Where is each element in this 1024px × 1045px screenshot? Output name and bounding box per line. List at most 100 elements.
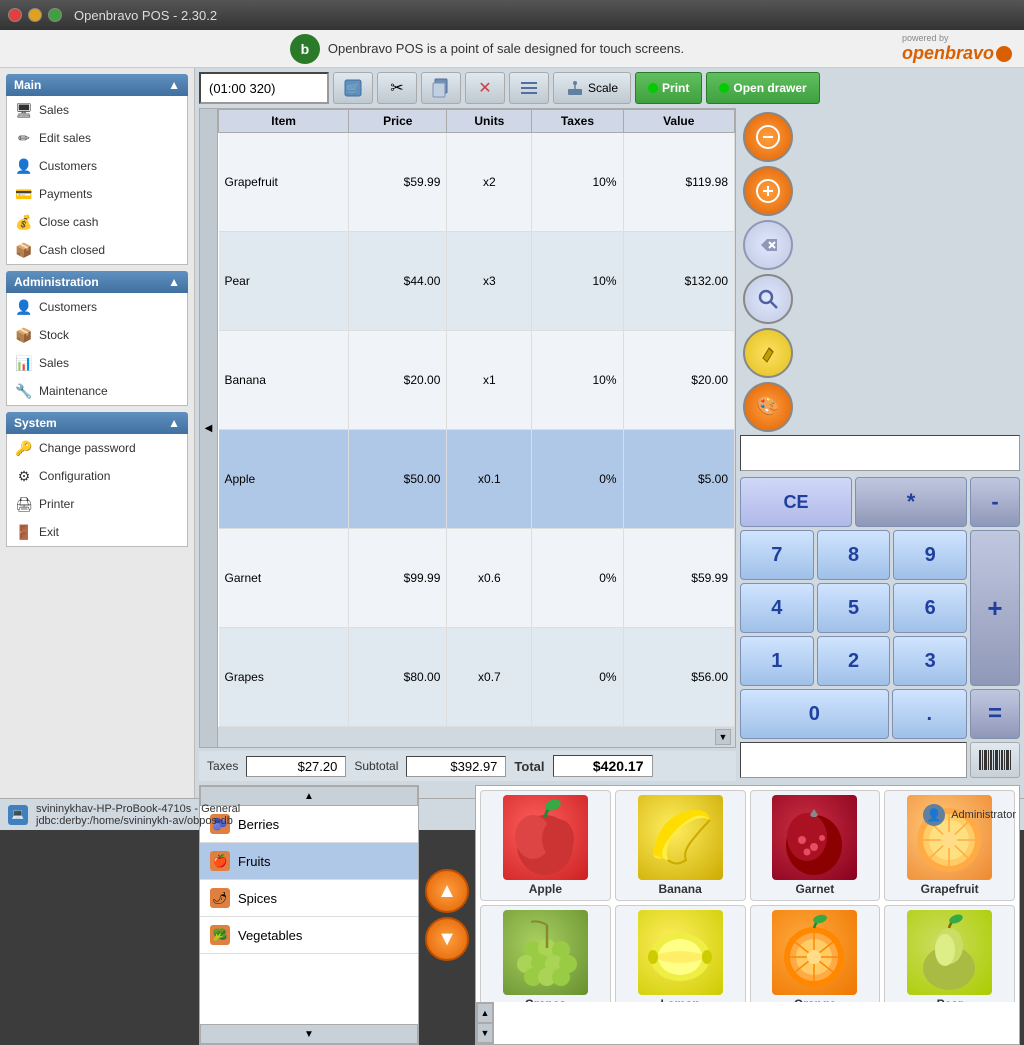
customers-icon: 👤 <box>15 157 33 175</box>
category-scroll-down[interactable]: ▼ <box>200 1024 418 1044</box>
sidebar-item-admin-sales[interactable]: 📊 Sales <box>7 349 187 377</box>
nav-up-button[interactable]: ▲ <box>425 869 469 913</box>
status-computer-icon: 💻 <box>8 805 28 825</box>
table-scroll-down[interactable]: ▼ <box>715 729 731 745</box>
sidebar-item-admin-customers[interactable]: 👤 Customers <box>7 293 187 321</box>
sidebar-item-exit[interactable]: 🚪 Exit <box>7 518 187 546</box>
print-button[interactable]: Print <box>635 72 702 104</box>
sidebar-item-maintenance[interactable]: 🔧 Maintenance <box>7 377 187 405</box>
7-button[interactable]: 7 <box>740 530 814 580</box>
window-title: Openbravo POS - 2.30.2 <box>74 8 217 23</box>
8-button[interactable]: 8 <box>817 530 891 580</box>
category-vegetables[interactable]: 🥦 Vegetables <box>200 917 418 954</box>
scale-button[interactable]: Scale <box>553 72 631 104</box>
product-orange[interactable]: Orange <box>750 905 881 1002</box>
subtotal-value: $392.97 <box>406 756 506 777</box>
product-pear[interactable]: Pear <box>884 905 1015 1002</box>
decimal-button[interactable]: . <box>892 689 967 739</box>
sidebar-item-payments[interactable]: 💳 Payments <box>7 180 187 208</box>
table-row[interactable]: Grapefruit $59.99 x2 10% $119.98 <box>219 133 735 232</box>
action-button-1[interactable] <box>743 112 793 162</box>
sidebar-item-sales[interactable]: 🖥 Sales <box>7 96 187 124</box>
category-fruits[interactable]: 🍎 Fruits <box>200 843 418 880</box>
copy-button[interactable] <box>421 72 461 104</box>
open-drawer-button[interactable]: Open drawer <box>706 72 819 104</box>
nav-down-button[interactable]: ▼ <box>425 917 469 961</box>
product-scroll-down[interactable]: ▼ <box>477 1023 493 1043</box>
product-lemon[interactable]: Lemon <box>615 905 746 1002</box>
maximize-button[interactable] <box>48 8 62 22</box>
table-row[interactable]: Apple $50.00 x0.1 0% $5.00 <box>219 430 735 529</box>
table-row[interactable]: Grapes $80.00 x0.7 0% $56.00 <box>219 628 735 727</box>
sidebar-item-close-cash[interactable]: 💰 Close cash <box>7 208 187 236</box>
category-spices[interactable]: 🌶 Spices <box>200 880 418 917</box>
sidebar-item-change-password[interactable]: 🔑 Change password <box>7 434 187 462</box>
backspace-button[interactable] <box>743 220 793 270</box>
product-apple[interactable]: Apple <box>480 790 611 901</box>
3-button[interactable]: 3 <box>893 636 967 686</box>
close-button[interactable] <box>8 8 22 22</box>
minimize-button[interactable] <box>28 8 42 22</box>
sidebar-item-cash-closed[interactable]: 📦 Cash closed <box>7 236 187 264</box>
openbravo-logo: powered by openbravo <box>902 33 1012 64</box>
sidebar-item-stock[interactable]: 📦 Stock <box>7 321 187 349</box>
admin-name: Administrator <box>951 809 1016 821</box>
6-button[interactable]: 6 <box>893 583 967 633</box>
action-buttons: 🎨 <box>740 108 796 432</box>
totals-area: Taxes $27.20 Subtotal $392.97 Total $420… <box>199 751 736 781</box>
scissors-button[interactable]: ✂ <box>377 72 417 104</box>
4-button[interactable]: 4 <box>740 583 814 633</box>
sidebar-system-items: 🔑 Change password ⚙ Configuration 🖨 Prin… <box>6 434 188 547</box>
search-button[interactable] <box>743 274 793 324</box>
drawer-dot <box>719 83 729 93</box>
table-row[interactable]: Garnet $99.99 x0.6 0% $59.99 <box>219 529 735 628</box>
paint-button[interactable]: 🎨 <box>743 382 793 432</box>
plus-button[interactable]: + <box>970 530 1020 686</box>
table-row[interactable]: Pear $44.00 x3 10% $132.00 <box>219 232 735 331</box>
table-scroll-left[interactable]: ◀ <box>199 108 217 748</box>
sales-tbody: Grapefruit $59.99 x2 10% $119.98 Pear $4… <box>219 133 735 727</box>
status-right: 👤 Administrator <box>923 804 1016 826</box>
product-garnet[interactable]: Garnet <box>750 790 881 901</box>
ce-button[interactable]: CE <box>740 477 852 527</box>
sidebar-item-edit-sales[interactable]: ✏ Edit sales <box>7 124 187 152</box>
product-scroll-up[interactable]: ▲ <box>477 1003 493 1023</box>
action-button-2[interactable] <box>743 166 793 216</box>
equals-button[interactable]: = <box>970 689 1020 739</box>
content-area: (01:00 320) 🛒 ✂ ✕ Scale Print <box>195 68 1024 798</box>
admin-customers-icon: 👤 <box>15 298 33 316</box>
arrow-nav: ▲ ▼ <box>423 785 471 1045</box>
spices-icon: 🌶 <box>210 888 230 908</box>
product-banana[interactable]: Banana <box>615 790 746 901</box>
brandbar-center: b Openbravo POS is a point of sale desig… <box>290 34 684 64</box>
9-button[interactable]: 9 <box>893 530 967 580</box>
minus-button[interactable]: - <box>970 477 1020 527</box>
sidebar-main-header[interactable]: Main ▲ <box>6 74 188 96</box>
sidebar-item-configuration[interactable]: ⚙ Configuration <box>7 462 187 490</box>
5-button[interactable]: 5 <box>817 583 891 633</box>
sidebar-item-customers[interactable]: 👤 Customers <box>7 152 187 180</box>
2-button[interactable]: 2 <box>817 636 891 686</box>
sidebar-admin-header[interactable]: Administration ▲ <box>6 271 188 293</box>
barcode-button[interactable] <box>970 742 1020 778</box>
order-input[interactable]: (01:00 320) <box>199 72 329 104</box>
0-button[interactable]: 0 <box>740 689 889 739</box>
printer-icon: 🖨 <box>15 495 33 513</box>
lemon-label: Lemon <box>660 997 699 1002</box>
delete-button[interactable]: ✕ <box>465 72 505 104</box>
product-grapes[interactable]: Grapes <box>480 905 611 1002</box>
sidebar-item-printer[interactable]: 🖨 Printer <box>7 490 187 518</box>
list-button[interactable] <box>509 72 549 104</box>
1-button[interactable]: 1 <box>740 636 814 686</box>
sidebar-system-header[interactable]: System ▲ <box>6 412 188 434</box>
payments-icon: 💳 <box>15 185 33 203</box>
barcode-input[interactable] <box>740 742 967 778</box>
multiply-button[interactable]: * <box>855 477 967 527</box>
ob-circle <box>996 46 1012 62</box>
garnet-image <box>772 795 857 880</box>
numpad-display[interactable] <box>740 435 1020 471</box>
product-grid-scroll: ▲ ▼ <box>476 1002 494 1044</box>
table-row[interactable]: Banana $20.00 x1 10% $20.00 <box>219 331 735 430</box>
new-order-button[interactable]: 🛒 <box>333 72 373 104</box>
edit-button[interactable] <box>743 328 793 378</box>
